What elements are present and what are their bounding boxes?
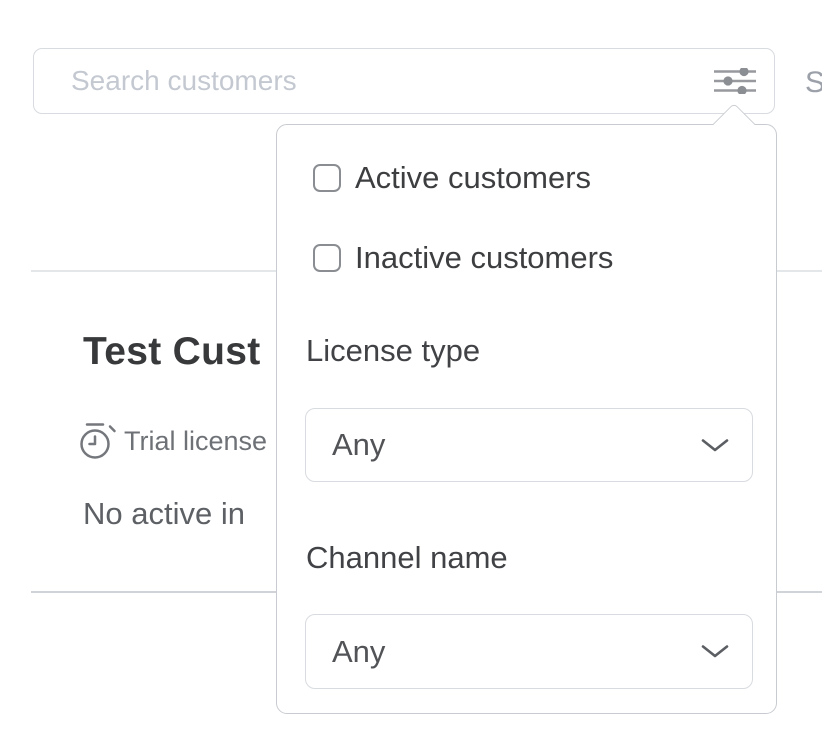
license-row: Trial license [80,420,267,462]
customer-status-text: No active in [83,496,245,532]
search-input[interactable] [34,49,714,113]
sort-control-truncated[interactable]: S [805,66,822,100]
search-box [33,48,775,114]
select-value: Any [332,634,385,670]
checkbox-row-active-customers[interactable]: Active customers [313,160,591,196]
chevron-down-icon [700,644,730,659]
sliders-filter-icon [714,68,756,94]
license-type-text: Trial license [124,426,267,457]
select-value: Any [332,427,385,463]
chevron-down-icon [700,438,730,453]
filter-popover: Active customers Inactive customers Lice… [276,124,777,714]
customers-page: Test Cust Trial license No active in S [0,0,822,756]
timer-icon [80,422,118,460]
checkbox-row-inactive-customers[interactable]: Inactive customers [313,240,613,276]
checkbox-label: Inactive customers [355,240,613,276]
checkbox-inactive-customers[interactable] [313,244,341,272]
channel-name-select[interactable]: Any [305,614,753,689]
checkbox-label: Active customers [355,160,591,196]
customer-name-heading: Test Cust [83,330,261,374]
field-label-channel-name: Channel name [306,540,508,576]
checkbox-active-customers[interactable] [313,164,341,192]
license-type-select[interactable]: Any [305,408,753,482]
filter-button[interactable] [714,68,774,94]
field-label-license-type: License type [306,333,480,369]
